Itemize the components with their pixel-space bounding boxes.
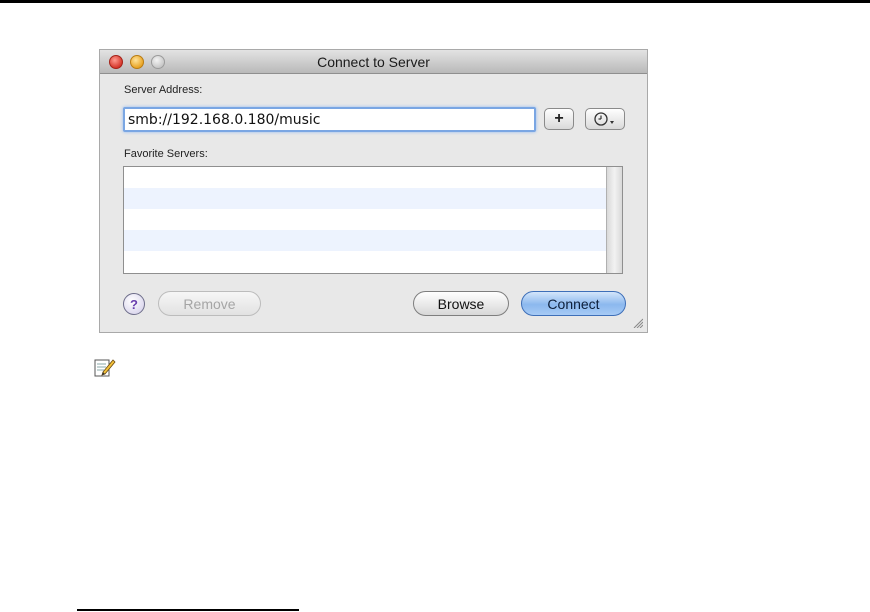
connect-button[interactable]: Connect [521, 291, 626, 316]
footnote-rule [77, 609, 299, 611]
window-title: Connect to Server [317, 54, 430, 70]
server-address-input[interactable] [123, 107, 536, 132]
clock-dropdown-icon [594, 112, 614, 126]
list-row[interactable] [124, 188, 622, 209]
favorite-servers-label: Favorite Servers: [124, 148, 208, 160]
resize-grip-icon[interactable] [633, 318, 643, 328]
page-top-rule [0, 0, 870, 3]
server-address-label: Server Address: [124, 84, 203, 96]
list-row[interactable] [124, 167, 622, 188]
browse-button[interactable]: Browse [413, 291, 509, 316]
recent-servers-button[interactable] [585, 108, 625, 130]
title-bar[interactable]: Connect to Server [100, 50, 647, 74]
connect-to-server-window: Connect to Server Server Address: + Favo… [99, 49, 648, 333]
add-favorite-button[interactable]: + [544, 108, 574, 130]
list-row[interactable] [124, 209, 622, 230]
favorite-servers-list[interactable] [123, 166, 623, 274]
list-row[interactable] [124, 230, 622, 251]
note-pencil-icon [94, 359, 116, 377]
help-button[interactable]: ? [123, 293, 145, 315]
remove-button[interactable]: Remove [158, 291, 261, 316]
list-row[interactable] [124, 251, 622, 272]
list-scrollbar[interactable] [606, 167, 622, 273]
